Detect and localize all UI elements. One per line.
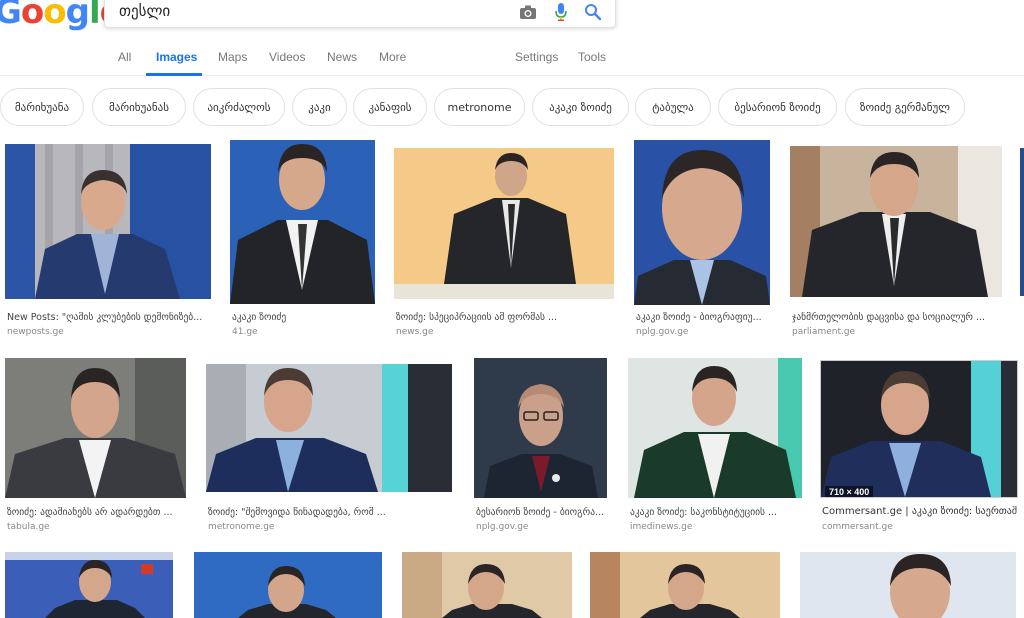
tab-settings[interactable]: Settings: [515, 50, 558, 64]
related-chip[interactable]: მარიხუანა: [0, 88, 84, 126]
result-thumbnail[interactable]: [800, 552, 1016, 618]
image-result[interactable]: ზოიძე: სპეციპრაციის ამ ფორმას ... news.g…: [394, 148, 614, 340]
image-result[interactable]: აკაკი ზოიძე 41.ge: [230, 140, 375, 340]
result-title[interactable]: აკაკი ზოიძე - ბიოგრაფიუ...: [636, 312, 770, 323]
image-result[interactable]: [590, 552, 780, 618]
search-box: [104, 0, 616, 28]
camera-icon[interactable]: [518, 2, 538, 22]
image-result[interactable]: 710 × 400 Commersant.ge | აკაკი ზოიძე: ს…: [820, 360, 1018, 534]
result-thumbnail[interactable]: [634, 140, 770, 305]
search-tabs: All Images Maps Videos News More Setting…: [0, 42, 1024, 76]
image-result[interactable]: New Posts: "ღამის კლუბების დემონიზებ... …: [5, 144, 211, 340]
result-domain: nplg.gov.ge: [636, 327, 689, 337]
search-input[interactable]: [119, 2, 499, 20]
result-thumbnail[interactable]: [230, 140, 375, 304]
result-domain: 41.ge: [232, 327, 258, 337]
image-result[interactable]: ზოიძე: "შემოვიდა წინადადება, რომ ... met…: [206, 364, 452, 534]
image-dimensions: 710 × 400: [825, 486, 874, 497]
result-title[interactable]: ბესარიონ ზოიძე - ბიოგრა...: [476, 507, 607, 518]
result-thumbnail[interactable]: 710 × 400: [820, 360, 1018, 498]
result-domain: metronome.ge: [208, 522, 275, 532]
tab-images[interactable]: Images: [156, 50, 197, 64]
result-thumbnail[interactable]: [5, 144, 211, 299]
result-thumbnail[interactable]: [790, 146, 1002, 297]
result-thumbnail[interactable]: [590, 552, 780, 618]
search-icon[interactable]: [583, 2, 603, 22]
related-chip[interactable]: აკაკი ზოიძე: [532, 88, 629, 126]
tab-all[interactable]: All: [118, 50, 131, 64]
tab-videos[interactable]: Videos: [269, 50, 305, 64]
result-title[interactable]: აკაკი ზოიძე: [232, 312, 375, 323]
result-title[interactable]: ჯანმრთელობის დაცვისა და სოციალურ ...: [792, 312, 1002, 323]
related-chip[interactable]: ზოიძე გერმანულ: [845, 88, 965, 126]
image-result[interactable]: [402, 552, 572, 618]
result-domain: parliament.ge: [792, 327, 856, 337]
tab-news[interactable]: News: [327, 50, 357, 64]
result-thumbnail[interactable]: [194, 552, 382, 618]
image-result[interactable]: [800, 552, 1016, 618]
result-domain: nplg.gov.ge: [476, 522, 529, 532]
result-title[interactable]: აკაკი ზოიძე: საკონსტიტუციის ...: [630, 507, 802, 518]
result-title[interactable]: ზოიძე: "შემოვიდა წინადადება, რომ ...: [208, 507, 452, 518]
active-tab-indicator: [146, 73, 202, 76]
result-domain: imedinews.ge: [630, 522, 693, 532]
tab-more[interactable]: More: [379, 50, 406, 64]
partial-thumbnail[interactable]: [1020, 148, 1024, 296]
result-thumbnail[interactable]: [5, 552, 173, 618]
tab-tools[interactable]: Tools: [578, 50, 606, 64]
result-thumbnail[interactable]: [5, 358, 186, 498]
related-chip[interactable]: metronome: [434, 88, 525, 126]
image-result[interactable]: აკაკი ზოიძე: საკონსტიტუციის ... imedinew…: [628, 358, 802, 534]
image-result[interactable]: აკაკი ზოიძე - ბიოგრაფიუ... nplg.gov.ge: [634, 140, 770, 340]
result-domain: news.ge: [396, 327, 434, 337]
related-chip[interactable]: აიკრძალოს: [193, 88, 285, 126]
related-chip[interactable]: მარიხუანას: [92, 88, 186, 126]
result-title[interactable]: ზოიძე: ადამიანებს არ ადარდებთ ...: [7, 507, 186, 518]
result-thumbnail[interactable]: [402, 552, 572, 618]
related-chip[interactable]: ბესარიონ ზოიძე: [718, 88, 837, 126]
related-searches: მარიხუანა მარიხუანას აიკრძალოს კაკი კანა…: [0, 88, 1024, 128]
result-thumbnail[interactable]: [628, 358, 802, 498]
result-domain: newposts.ge: [7, 327, 64, 337]
microphone-icon[interactable]: [551, 2, 571, 22]
image-result[interactable]: ჯანმრთელობის დაცვისა და სოციალურ ... par…: [790, 146, 1002, 340]
result-domain: tabula.ge: [7, 522, 50, 532]
result-title[interactable]: Commersant.ge | აკაკი ზოიძე: საერთაშ...: [822, 506, 1018, 517]
image-result[interactable]: ბესარიონ ზოიძე - ბიოგრა... nplg.gov.ge: [474, 358, 607, 534]
related-chip[interactable]: კანაფის: [353, 88, 427, 126]
image-result[interactable]: [5, 552, 173, 618]
tab-maps[interactable]: Maps: [218, 50, 247, 64]
result-title[interactable]: New Posts: "ღამის კლუბების დემონიზებ...: [7, 312, 211, 323]
result-thumbnail[interactable]: [206, 364, 452, 492]
result-thumbnail[interactable]: [394, 148, 614, 299]
related-chip[interactable]: ტაბულა: [635, 88, 711, 126]
result-domain: commersant.ge: [822, 522, 893, 532]
result-thumbnail[interactable]: [474, 358, 607, 498]
result-title[interactable]: ზოიძე: სპეციპრაციის ამ ფორმას ...: [396, 312, 614, 323]
image-result[interactable]: [194, 552, 382, 618]
image-result[interactable]: ზოიძე: ადამიანებს არ ადარდებთ ... tabula…: [5, 358, 186, 534]
related-chip[interactable]: კაკი: [292, 88, 347, 126]
